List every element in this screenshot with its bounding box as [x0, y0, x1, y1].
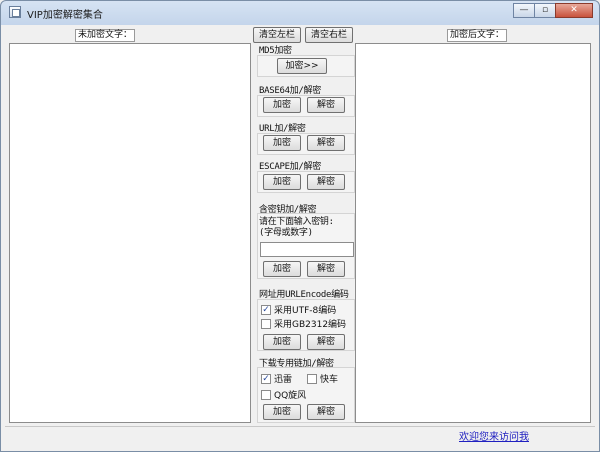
- clear-right-button[interactable]: 清空右栏: [305, 27, 353, 43]
- xunlei-checkbox[interactable]: ✓: [261, 373, 271, 384]
- main-window: VIP加密解密集合 — ▫ ✕ 未加密文字： 清空左栏 清空右栏 加密后文字： …: [0, 0, 600, 452]
- base64-decrypt-button[interactable]: 解密: [307, 97, 345, 113]
- key-encrypt-button[interactable]: 加密: [263, 261, 301, 277]
- left-panel-label: 未加密文字：: [75, 29, 136, 42]
- ciphertext-textarea[interactable]: [355, 43, 591, 423]
- xunlei-option[interactable]: ✓ 迅雷: [261, 372, 292, 385]
- utf8-checkbox[interactable]: ✓: [261, 304, 271, 315]
- right-panel-label: 加密后文字：: [447, 29, 508, 42]
- escape-encrypt-button[interactable]: 加密: [263, 174, 301, 190]
- gb2312-checkbox[interactable]: [261, 318, 271, 329]
- app-icon: [9, 6, 21, 18]
- download-encrypt-button[interactable]: 加密: [263, 404, 301, 420]
- urlencode-decrypt-button[interactable]: 解密: [307, 334, 345, 350]
- utf8-option[interactable]: ✓ 采用UTF-8编码: [261, 303, 336, 316]
- xunlei-option-label: 迅雷: [274, 375, 293, 385]
- maximize-button[interactable]: ▫: [534, 3, 556, 18]
- key-prompt-line2: (字母或数字): [259, 228, 313, 238]
- qq-checkbox[interactable]: [261, 389, 271, 400]
- qq-option[interactable]: QQ旋风: [261, 388, 306, 401]
- key-input[interactable]: [260, 242, 354, 257]
- title-bar[interactable]: VIP加密解密集合 — ▫ ✕: [1, 1, 599, 23]
- utf8-option-label: 采用UTF-8编码: [274, 306, 337, 316]
- gb2312-option[interactable]: 采用GB2312编码: [261, 317, 346, 330]
- window-title: VIP加密解密集合: [27, 10, 103, 21]
- urlencode-encrypt-button[interactable]: 加密: [263, 334, 301, 350]
- download-decrypt-button[interactable]: 解密: [307, 404, 345, 420]
- base64-encrypt-button[interactable]: 加密: [263, 97, 301, 113]
- md5-encrypt-button[interactable]: 加密>>: [277, 58, 327, 74]
- status-divider: [5, 426, 595, 427]
- qq-option-label: QQ旋风: [274, 391, 307, 401]
- key-decrypt-button[interactable]: 解密: [307, 261, 345, 277]
- clear-left-button[interactable]: 清空左栏: [253, 27, 301, 43]
- kuaiche-option[interactable]: 快车: [307, 372, 338, 385]
- kuaiche-option-label: 快车: [320, 375, 339, 385]
- client-area: 未加密文字： 清空左栏 清空右栏 加密后文字： MD5加密 加密>> BASE6…: [5, 25, 595, 449]
- welcome-link[interactable]: 欢迎您来访问我: [459, 428, 529, 443]
- minimize-button[interactable]: —: [513, 3, 535, 18]
- escape-decrypt-button[interactable]: 解密: [307, 174, 345, 190]
- gb2312-option-label: 采用GB2312编码: [274, 320, 347, 330]
- close-button[interactable]: ✕: [555, 3, 593, 18]
- url-encrypt-button[interactable]: 加密: [263, 135, 301, 151]
- window-controls: — ▫ ✕: [513, 3, 593, 18]
- kuaiche-checkbox[interactable]: [307, 373, 317, 384]
- plaintext-textarea[interactable]: [9, 43, 251, 423]
- url-decrypt-button[interactable]: 解密: [307, 135, 345, 151]
